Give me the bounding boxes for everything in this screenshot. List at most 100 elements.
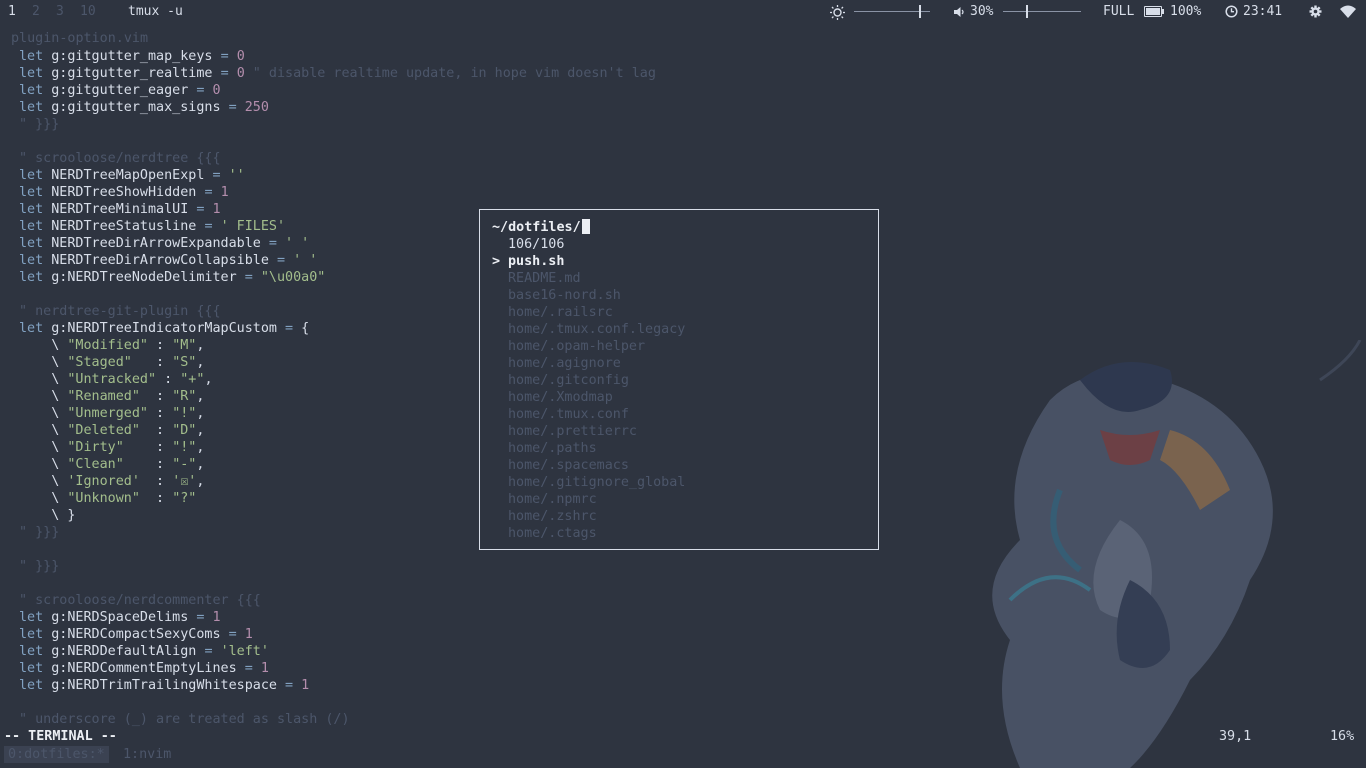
workspace-10[interactable]: 10	[80, 4, 96, 19]
volume-slider-handle[interactable]	[1026, 5, 1029, 18]
code-token: "Clean"	[67, 457, 148, 472]
code-token: ' '	[293, 253, 318, 268]
finder-item[interactable]: home/.zshrc	[508, 508, 597, 525]
code-token: :	[148, 440, 173, 455]
wifi-icon[interactable]	[1340, 5, 1356, 18]
code-token: let	[19, 253, 52, 268]
code-line: let g:NERDSpaceDelims = 1	[19, 609, 221, 626]
code-line: let g:NERDCompactSexyComs = 1	[19, 626, 253, 643]
code-token: \	[19, 457, 68, 472]
code-token: =	[196, 83, 213, 98]
code-token: =	[228, 627, 245, 642]
code-line: let NERDTreeShowHidden = 1	[19, 184, 229, 201]
code-token: 250	[244, 100, 269, 115]
code-token: =	[268, 236, 286, 251]
code-token: :	[148, 491, 173, 506]
code-token: "S"	[172, 355, 197, 370]
code-line: \ "Unknown" : "?"	[19, 490, 196, 507]
volume-slider[interactable]	[1003, 11, 1081, 12]
finder-item[interactable]: home/.prettierrc	[508, 423, 637, 440]
tmux-window-1[interactable]: 1:nvim	[123, 746, 171, 763]
finder-item[interactable]: home/.paths	[508, 440, 597, 457]
code-token: let	[19, 270, 52, 285]
workspace-3[interactable]: 3	[56, 4, 64, 19]
finder-item[interactable]: home/.tmux.conf.legacy	[508, 321, 685, 338]
code-token: ,	[196, 457, 205, 472]
code-token: let	[19, 100, 52, 115]
finder-item[interactable]: home/.spacemacs	[508, 457, 629, 474]
code-line: " }}}	[19, 524, 59, 541]
battery-label: 100%	[1170, 4, 1202, 19]
finder-item[interactable]: home/.railsrc	[508, 304, 613, 321]
code-token: ' '	[285, 236, 310, 251]
code-token: ,	[196, 338, 205, 353]
code-token: g:gitgutter_eager	[51, 83, 197, 98]
code-token: '☒'	[172, 474, 197, 489]
code-token: let	[19, 66, 52, 81]
code-token: let	[19, 219, 52, 234]
code-token: :	[148, 457, 173, 472]
finder-item[interactable]: home/.npmrc	[508, 491, 597, 508]
code-token: =	[244, 661, 261, 676]
code-token: g:NERDCompactSexyComs	[51, 627, 229, 642]
code-token: NERDTreeMapOpenExpl	[51, 168, 213, 183]
finder-item[interactable]: home/.gitignore_global	[508, 474, 685, 491]
code-token: let	[19, 236, 52, 251]
code-token: 1	[212, 610, 221, 625]
code-token: \	[19, 372, 68, 387]
code-token: ,	[196, 474, 205, 489]
finder-item[interactable]: home/.ctags	[508, 525, 597, 542]
code-line: let g:NERDTreeIndicatorMapCustom = {	[19, 320, 309, 337]
code-token: " scrooloose/nerdtree {{{	[19, 151, 221, 166]
finder-item[interactable]: README.md	[508, 270, 581, 287]
code-line: " scrooloose/nerdtree {{{	[19, 150, 221, 167]
brightness-slider-handle[interactable]	[918, 5, 921, 18]
code-token: "Deleted"	[67, 423, 148, 438]
fuzzy-finder-popup[interactable]: ~/dotfiles/ 106/106 push.sh > README.md bas…	[479, 209, 879, 550]
finder-item[interactable]: home/.gitconfig	[508, 372, 629, 389]
code-token: " }}}	[19, 117, 60, 132]
finder-query-input[interactable]: ~/dotfiles/	[492, 219, 590, 236]
code-token: 0	[212, 83, 221, 98]
workspace-1[interactable]: 1	[8, 4, 16, 19]
finder-item[interactable]: home/.tmux.conf	[508, 406, 629, 423]
gear-icon[interactable]	[1309, 5, 1322, 18]
code-token: :	[156, 372, 181, 387]
code-token: ,	[196, 440, 205, 455]
code-line: let g:NERDTrimTrailingWhitespace = 1	[19, 677, 309, 694]
finder-item[interactable]: home/.opam-helper	[508, 338, 645, 355]
code-token: let	[19, 168, 52, 183]
code-token: g:gitgutter_map_keys	[51, 49, 221, 64]
sun-icon[interactable]	[830, 5, 845, 20]
top-bar: 1 2 3 10 tmux -u 30% FULL 100% 23:41	[0, 0, 1366, 24]
code-token: ' FILES'	[220, 219, 286, 234]
code-line: let g:NERDDefaultAlign = 'left'	[19, 643, 269, 660]
finder-item[interactable]: home/.agignore	[508, 355, 621, 372]
code-token: "Unknown"	[67, 491, 148, 506]
code-token: 0	[236, 49, 245, 64]
code-token: 1	[244, 627, 253, 642]
code-token: ,	[196, 389, 205, 404]
code-line: \ "Dirty" : "!",	[19, 439, 204, 456]
code-token: \	[19, 491, 68, 506]
code-line: \ "Untracked" : "+",	[19, 371, 212, 388]
code-token: g:gitgutter_max_signs	[51, 100, 229, 115]
battery-icon	[1144, 6, 1164, 17]
code-token: =	[196, 202, 213, 217]
code-token: :	[148, 338, 173, 353]
code-line: \ "Modified" : "M",	[19, 337, 204, 354]
code-token: \	[19, 440, 68, 455]
volume-label: 30%	[970, 4, 994, 19]
code-token: \ }	[19, 508, 76, 523]
finder-item[interactable]: base16-nord.sh	[508, 287, 621, 304]
workspace-2[interactable]: 2	[32, 4, 40, 19]
finder-item-selected[interactable]: push.sh	[508, 253, 564, 270]
code-token: \	[19, 423, 68, 438]
code-token: "!"	[172, 440, 197, 455]
code-token: let	[19, 644, 52, 659]
speaker-icon[interactable]	[953, 6, 965, 18]
finder-item[interactable]: home/.Xmodmap	[508, 389, 613, 406]
code-token: =	[244, 270, 261, 285]
tmux-window-0[interactable]: 0:dotfiles:*	[4, 746, 109, 763]
code-token: " disable realtime update, in hope vim d…	[244, 66, 656, 81]
